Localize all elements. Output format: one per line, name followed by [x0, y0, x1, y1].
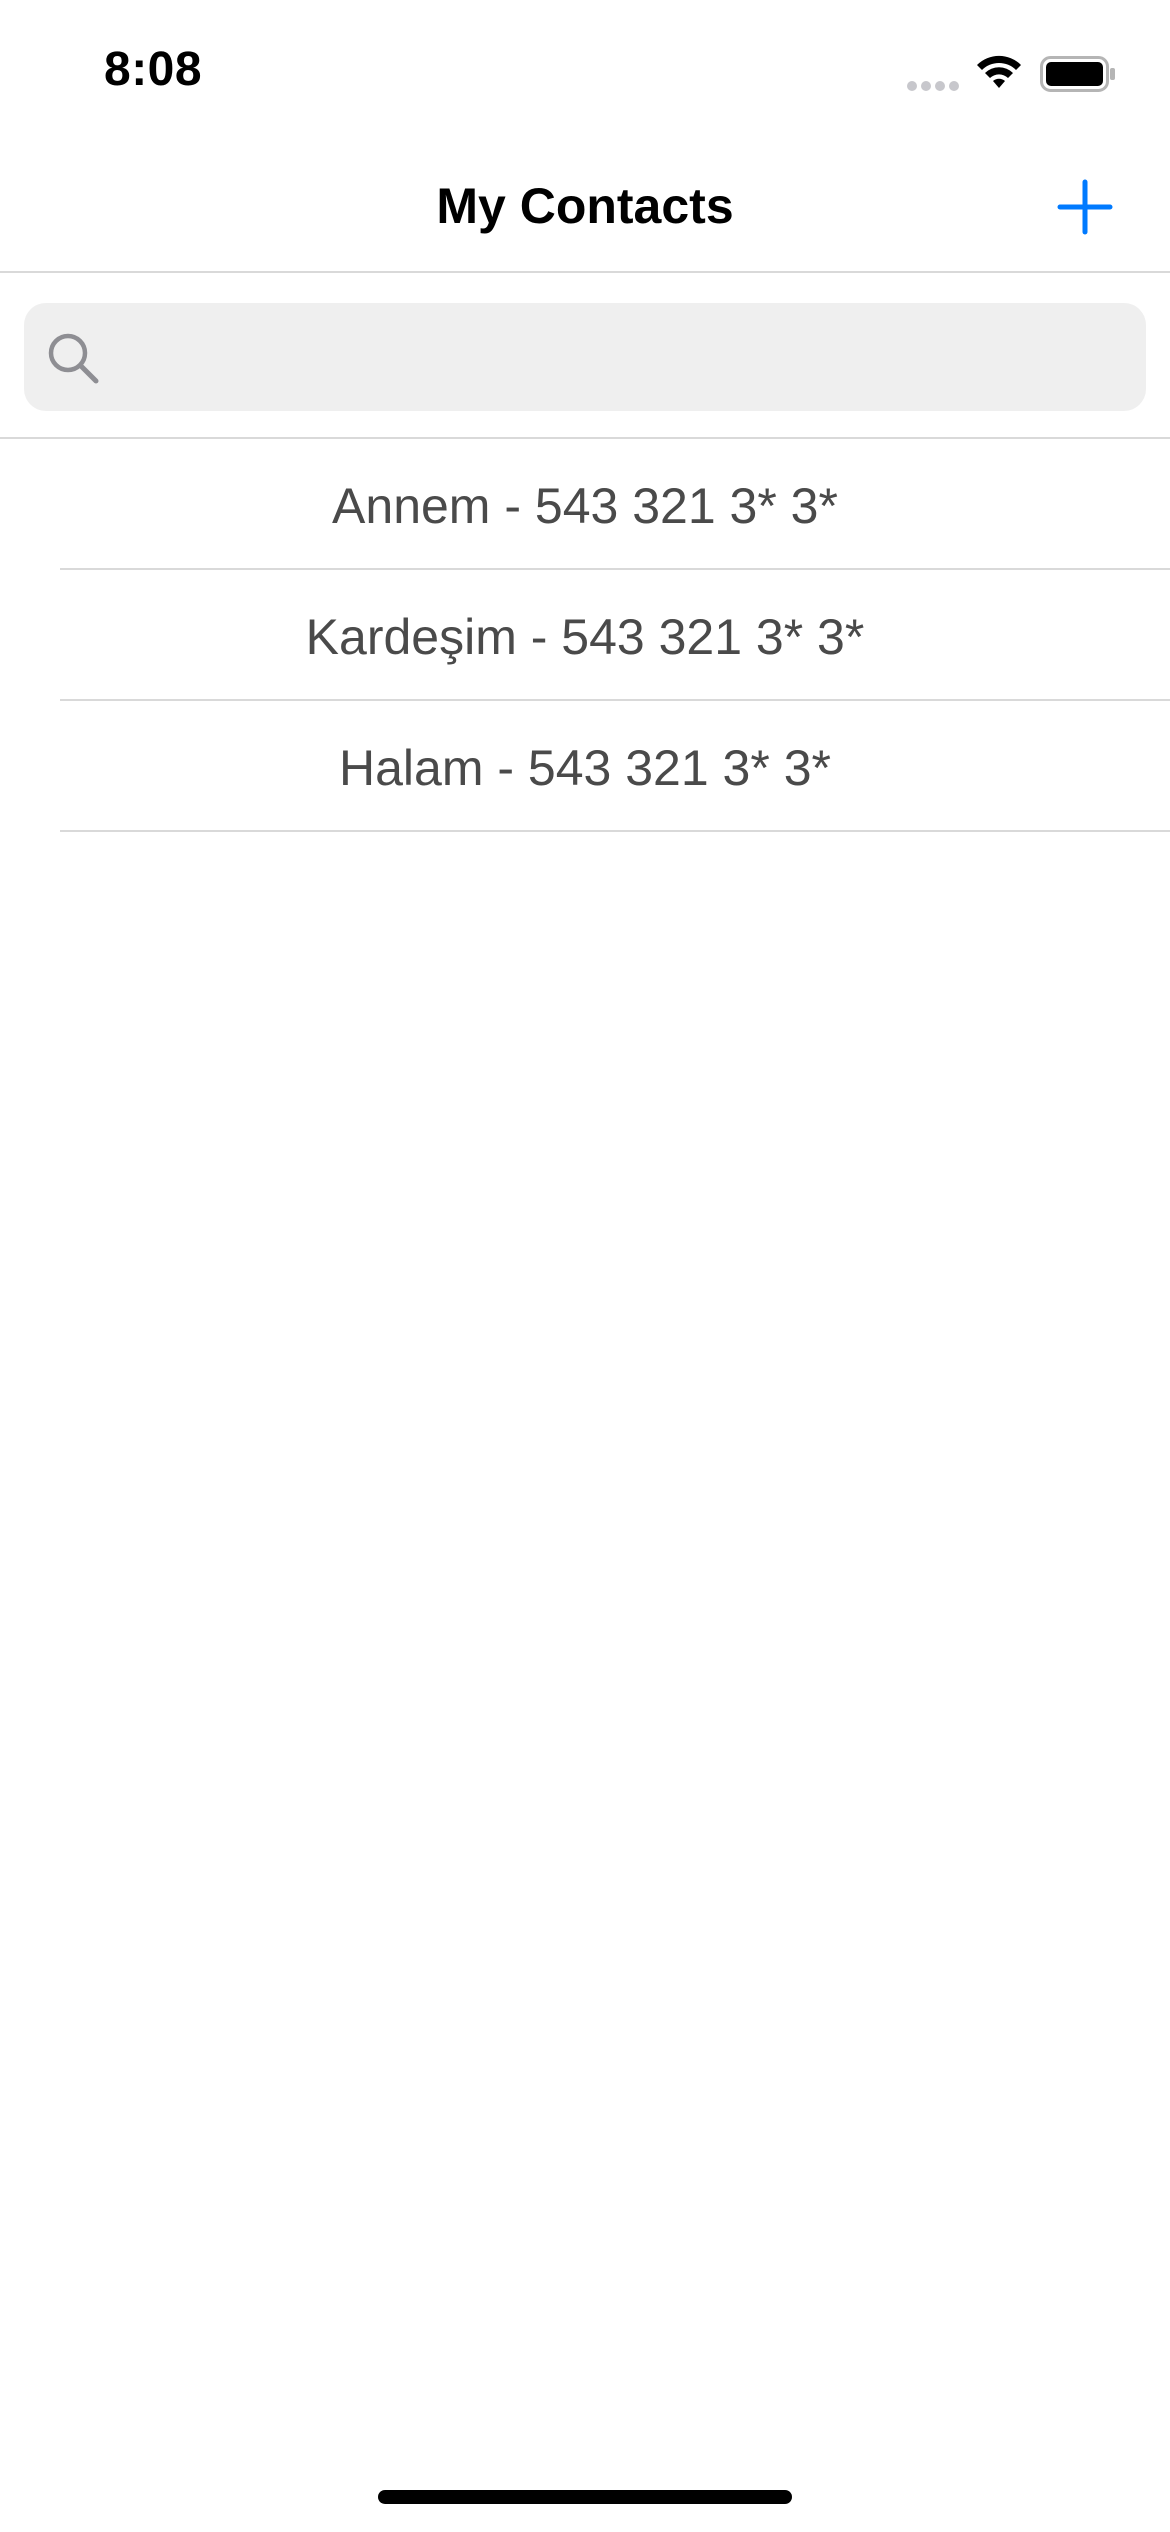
battery-icon [1040, 56, 1115, 92]
search-input[interactable] [116, 303, 1130, 413]
add-contact-button[interactable] [1056, 178, 1114, 236]
status-time: 8:08 [104, 43, 203, 96]
status-bar: 8:08 [0, 0, 1170, 140]
contact-label: Annem - 543 321 3* 3* [332, 478, 838, 534]
contact-row-annem[interactable]: Annem - 543 321 3* 3* [0, 439, 1170, 570]
search-field[interactable] [24, 303, 1146, 413]
search-bar [0, 273, 1170, 439]
contact-row-halam[interactable]: Halam - 543 321 3* 3* [0, 701, 1170, 832]
contact-label: Kardeşim - 543 321 3* 3* [305, 609, 865, 665]
contact-label: Halam - 543 321 3* 3* [339, 740, 831, 796]
contacts-list: Annem - 543 321 3* 3* Kardeşim - 543 321… [0, 439, 1170, 832]
search-icon [48, 333, 99, 384]
home-indicator[interactable] [378, 2490, 792, 2504]
cellular-signal-icon [907, 81, 959, 91]
contact-row-kardesim[interactable]: Kardeşim - 543 321 3* 3* [0, 570, 1170, 701]
page-title: My Contacts [436, 178, 734, 234]
navigation-bar: My Contacts [0, 140, 1170, 273]
wifi-icon [977, 55, 1021, 88]
